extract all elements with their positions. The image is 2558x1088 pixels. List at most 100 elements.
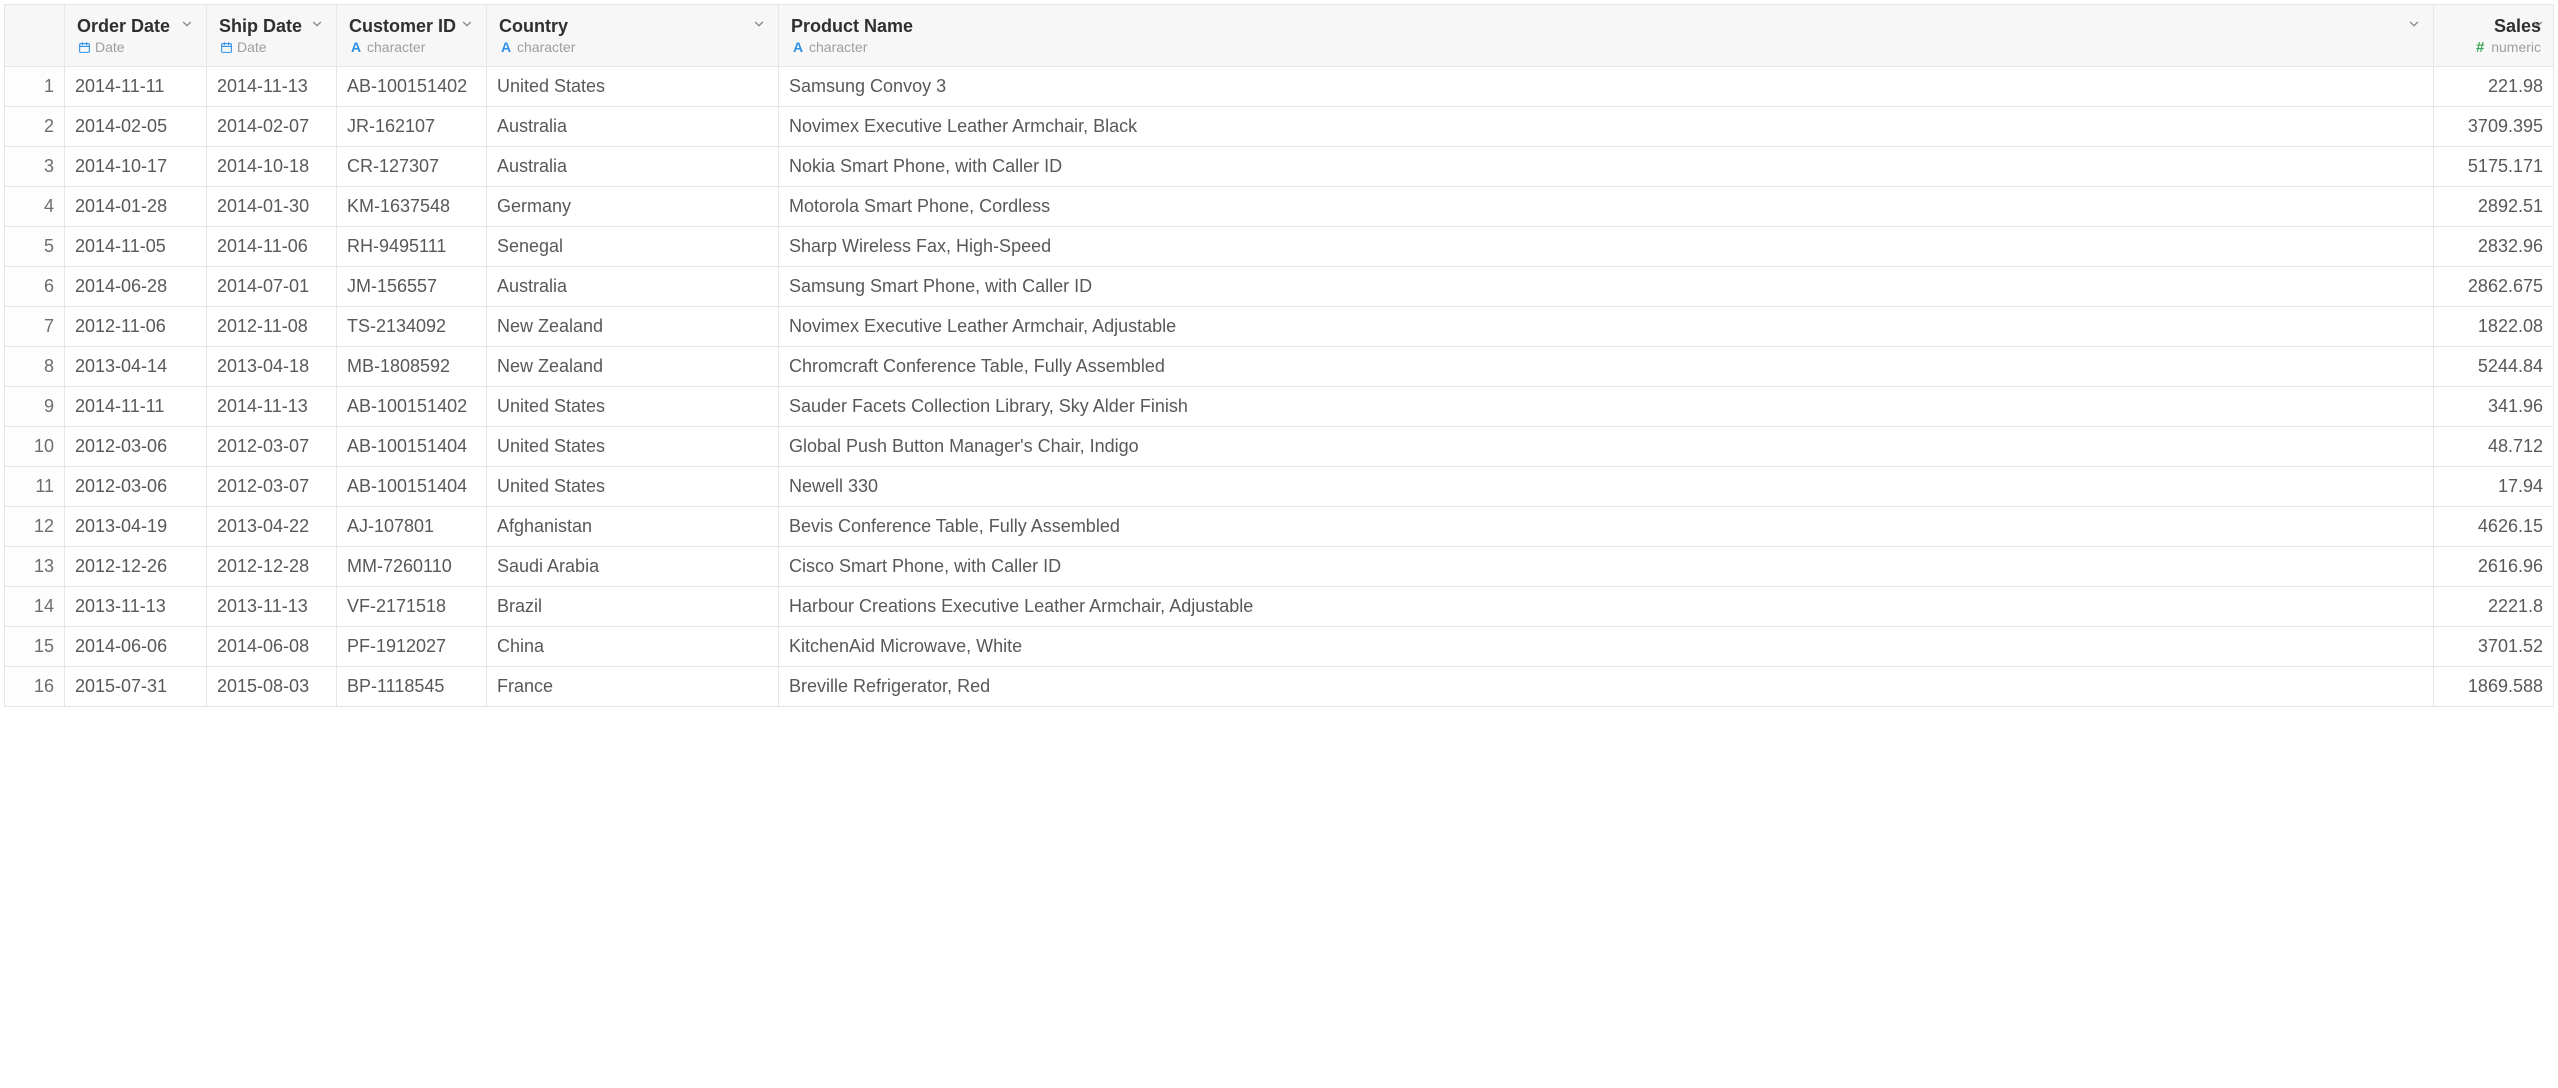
cell-sales[interactable]: 4626.15	[2434, 507, 2554, 547]
cell-order_date[interactable]: 2014-06-28	[65, 267, 207, 307]
cell-product_name[interactable]: Samsung Smart Phone, with Caller ID	[779, 267, 2434, 307]
cell-order_date[interactable]: 2012-11-06	[65, 307, 207, 347]
column-header-customer_id[interactable]: Customer IDAcharacter	[337, 5, 487, 67]
cell-order_date[interactable]: 2012-03-06	[65, 467, 207, 507]
cell-ship_date[interactable]: 2014-10-18	[207, 147, 337, 187]
cell-order_date[interactable]: 2012-12-26	[65, 547, 207, 587]
cell-country[interactable]: Afghanistan	[487, 507, 779, 547]
cell-sales[interactable]: 3709.395	[2434, 107, 2554, 147]
cell-customer_id[interactable]: AB-100151404	[337, 467, 487, 507]
cell-ship_date[interactable]: 2012-03-07	[207, 427, 337, 467]
cell-sales[interactable]: 2832.96	[2434, 227, 2554, 267]
table-row[interactable]: 122013-04-192013-04-22AJ-107801Afghanist…	[5, 507, 2554, 547]
chevron-down-icon[interactable]	[2531, 17, 2547, 33]
table-row[interactable]: 142013-11-132013-11-13VF-2171518BrazilHa…	[5, 587, 2554, 627]
cell-product_name[interactable]: Nokia Smart Phone, with Caller ID	[779, 147, 2434, 187]
cell-order_date[interactable]: 2014-11-11	[65, 387, 207, 427]
cell-sales[interactable]: 341.96	[2434, 387, 2554, 427]
cell-product_name[interactable]: Newell 330	[779, 467, 2434, 507]
cell-sales[interactable]: 48.712	[2434, 427, 2554, 467]
cell-ship_date[interactable]: 2014-07-01	[207, 267, 337, 307]
cell-ship_date[interactable]: 2012-12-28	[207, 547, 337, 587]
table-row[interactable]: 162015-07-312015-08-03BP-1118545FranceBr…	[5, 667, 2554, 707]
cell-ship_date[interactable]: 2014-01-30	[207, 187, 337, 227]
cell-country[interactable]: United States	[487, 467, 779, 507]
cell-country[interactable]: United States	[487, 387, 779, 427]
cell-sales[interactable]: 3701.52	[2434, 627, 2554, 667]
cell-customer_id[interactable]: RH-9495111	[337, 227, 487, 267]
cell-sales[interactable]: 1822.08	[2434, 307, 2554, 347]
cell-sales[interactable]: 2221.8	[2434, 587, 2554, 627]
table-row[interactable]: 62014-06-282014-07-01JM-156557AustraliaS…	[5, 267, 2554, 307]
table-viewport[interactable]: Order DateDateShip DateDateCustomer IDAc…	[0, 0, 2558, 1088]
cell-sales[interactable]: 5244.84	[2434, 347, 2554, 387]
cell-order_date[interactable]: 2012-03-06	[65, 427, 207, 467]
cell-sales[interactable]: 2616.96	[2434, 547, 2554, 587]
cell-country[interactable]: United States	[487, 427, 779, 467]
column-header-country[interactable]: CountryAcharacter	[487, 5, 779, 67]
table-row[interactable]: 52014-11-052014-11-06RH-9495111SenegalSh…	[5, 227, 2554, 267]
cell-customer_id[interactable]: CR-127307	[337, 147, 487, 187]
table-row[interactable]: 42014-01-282014-01-30KM-1637548GermanyMo…	[5, 187, 2554, 227]
cell-product_name[interactable]: Novimex Executive Leather Armchair, Blac…	[779, 107, 2434, 147]
cell-customer_id[interactable]: TS-2134092	[337, 307, 487, 347]
cell-country[interactable]: China	[487, 627, 779, 667]
chevron-down-icon[interactable]	[752, 17, 768, 33]
cell-country[interactable]: New Zealand	[487, 307, 779, 347]
cell-ship_date[interactable]: 2014-02-07	[207, 107, 337, 147]
table-row[interactable]: 152014-06-062014-06-08PF-1912027ChinaKit…	[5, 627, 2554, 667]
cell-customer_id[interactable]: MB-1808592	[337, 347, 487, 387]
cell-customer_id[interactable]: JR-162107	[337, 107, 487, 147]
column-header-product_name[interactable]: Product NameAcharacter	[779, 5, 2434, 67]
cell-product_name[interactable]: Harbour Creations Executive Leather Armc…	[779, 587, 2434, 627]
cell-sales[interactable]: 2892.51	[2434, 187, 2554, 227]
cell-product_name[interactable]: Samsung Convoy 3	[779, 67, 2434, 107]
cell-ship_date[interactable]: 2014-11-13	[207, 387, 337, 427]
cell-product_name[interactable]: Motorola Smart Phone, Cordless	[779, 187, 2434, 227]
cell-product_name[interactable]: Cisco Smart Phone, with Caller ID	[779, 547, 2434, 587]
cell-order_date[interactable]: 2014-10-17	[65, 147, 207, 187]
column-header-ship_date[interactable]: Ship DateDate	[207, 5, 337, 67]
table-row[interactable]: 102012-03-062012-03-07AB-100151404United…	[5, 427, 2554, 467]
table-row[interactable]: 132012-12-262012-12-28MM-7260110Saudi Ar…	[5, 547, 2554, 587]
cell-sales[interactable]: 17.94	[2434, 467, 2554, 507]
cell-ship_date[interactable]: 2012-03-07	[207, 467, 337, 507]
cell-customer_id[interactable]: AB-100151404	[337, 427, 487, 467]
cell-order_date[interactable]: 2014-11-11	[65, 67, 207, 107]
cell-ship_date[interactable]: 2013-04-22	[207, 507, 337, 547]
cell-ship_date[interactable]: 2014-11-13	[207, 67, 337, 107]
cell-country[interactable]: Brazil	[487, 587, 779, 627]
cell-customer_id[interactable]: AB-100151402	[337, 67, 487, 107]
cell-sales[interactable]: 5175.171	[2434, 147, 2554, 187]
cell-country[interactable]: New Zealand	[487, 347, 779, 387]
table-row[interactable]: 82013-04-142013-04-18MB-1808592New Zeala…	[5, 347, 2554, 387]
chevron-down-icon[interactable]	[180, 17, 196, 33]
cell-ship_date[interactable]: 2012-11-08	[207, 307, 337, 347]
cell-sales[interactable]: 221.98	[2434, 67, 2554, 107]
table-row[interactable]: 72012-11-062012-11-08TS-2134092New Zeala…	[5, 307, 2554, 347]
cell-order_date[interactable]: 2014-11-05	[65, 227, 207, 267]
cell-ship_date[interactable]: 2013-04-18	[207, 347, 337, 387]
cell-customer_id[interactable]: AJ-107801	[337, 507, 487, 547]
cell-sales[interactable]: 1869.588	[2434, 667, 2554, 707]
cell-product_name[interactable]: Bevis Conference Table, Fully Assembled	[779, 507, 2434, 547]
cell-customer_id[interactable]: JM-156557	[337, 267, 487, 307]
cell-country[interactable]: Australia	[487, 267, 779, 307]
cell-ship_date[interactable]: 2014-06-08	[207, 627, 337, 667]
cell-product_name[interactable]: Sharp Wireless Fax, High-Speed	[779, 227, 2434, 267]
cell-order_date[interactable]: 2014-01-28	[65, 187, 207, 227]
table-row[interactable]: 22014-02-052014-02-07JR-162107AustraliaN…	[5, 107, 2554, 147]
cell-customer_id[interactable]: VF-2171518	[337, 587, 487, 627]
cell-country[interactable]: United States	[487, 67, 779, 107]
cell-order_date[interactable]: 2014-06-06	[65, 627, 207, 667]
cell-product_name[interactable]: Breville Refrigerator, Red	[779, 667, 2434, 707]
cell-country[interactable]: Australia	[487, 147, 779, 187]
cell-product_name[interactable]: Novimex Executive Leather Armchair, Adju…	[779, 307, 2434, 347]
cell-sales[interactable]: 2862.675	[2434, 267, 2554, 307]
cell-order_date[interactable]: 2013-04-14	[65, 347, 207, 387]
cell-order_date[interactable]: 2013-04-19	[65, 507, 207, 547]
cell-country[interactable]: France	[487, 667, 779, 707]
table-row[interactable]: 12014-11-112014-11-13AB-100151402United …	[5, 67, 2554, 107]
cell-product_name[interactable]: Sauder Facets Collection Library, Sky Al…	[779, 387, 2434, 427]
cell-customer_id[interactable]: PF-1912027	[337, 627, 487, 667]
